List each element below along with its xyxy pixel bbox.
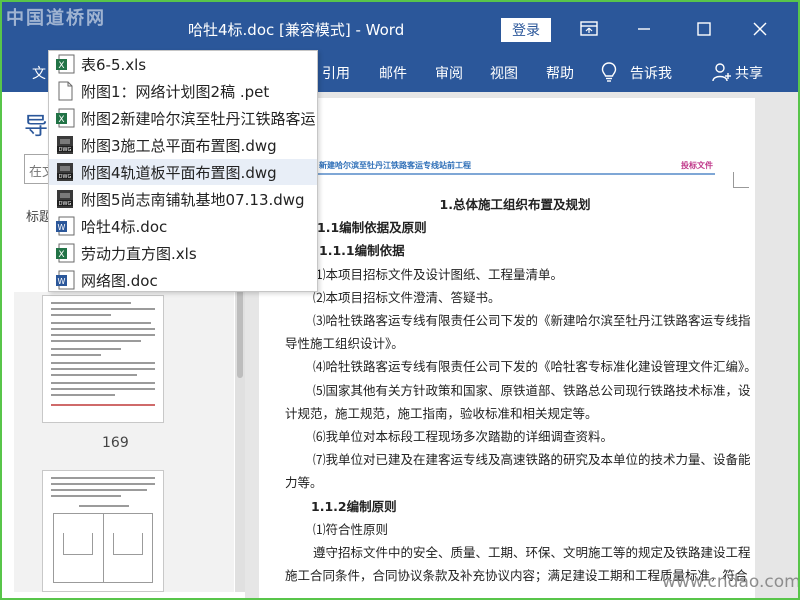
doc-paragraph: ⑴本项目招标文件及设计图纸、工程量清单。 <box>313 266 564 282</box>
tab-view[interactable]: 视图 <box>490 63 518 83</box>
svg-text:W: W <box>58 277 66 286</box>
tab-review[interactable]: 审阅 <box>435 63 463 83</box>
doc-paragraph: ⑵本项目招标文件澄清、答疑书。 <box>313 289 501 305</box>
doc-subheading: 1.1编制依据及原则 <box>317 220 427 236</box>
close-icon[interactable] <box>748 18 772 40</box>
minimize-icon[interactable] <box>632 18 656 40</box>
doc-paragraph: 遵守招标文件中的安全、质量、工期、环保、文明施工等的规定及铁路建设工程 <box>313 545 751 561</box>
dwg-file-icon: DWG <box>55 162 75 182</box>
recent-file-item[interactable]: W 网络图.doc <box>49 267 317 291</box>
doc-subheading: 1.1.2编制原则 <box>311 498 397 514</box>
nav-scrollbar[interactable] <box>235 252 245 592</box>
maximize-icon[interactable] <box>692 18 716 40</box>
tell-me-label[interactable]: 告诉我 <box>630 63 672 83</box>
header-divider <box>315 173 715 175</box>
watermark-site: www.cndao.com <box>662 572 800 592</box>
doc-paragraph: ⑶哈牡铁路客运专线有限责任公司下发的《新建哈尔滨至牡丹江铁路客运专线指 <box>313 313 751 329</box>
page-number: 169 <box>102 435 129 451</box>
svg-text:DWG: DWG <box>59 147 72 153</box>
doc-heading: 1.总体施工组织布置及规划 <box>439 197 591 212</box>
ribbon-display-icon[interactable] <box>577 18 601 40</box>
tab-help[interactable]: 帮助 <box>546 63 574 83</box>
recent-file-item[interactable]: DWG 附图3施工总平面布置图.dwg <box>49 132 317 158</box>
margin-corner-mark <box>733 172 749 188</box>
svg-text:X: X <box>58 250 64 260</box>
recent-file-item[interactable]: X 附图2新建哈尔滨至牡丹江铁路客运 <box>49 105 317 131</box>
share-button[interactable]: 共享 <box>735 63 763 83</box>
word-window: 中国道桥网 哈牡4标.doc [兼容模式] - Word 登录 文 引用 邮件 … <box>0 0 800 600</box>
document-page[interactable]: 新建哈尔滨至牡丹江铁路客运专线站前工程 投标文件 1.总体施工组织布置及规划 1… <box>259 98 757 598</box>
svg-text:W: W <box>58 223 66 232</box>
doc-paragraph: 计规范，施工规范，施工指南，验收标准和相关规定等。 <box>285 405 598 421</box>
watermark-logo: 中国道桥网 <box>6 8 106 29</box>
svg-text:DWG: DWG <box>59 201 72 207</box>
doc-paragraph: ⑸国家其他有关方针政策和国家、原铁道部、铁路总公司现行铁路技术标准，设 <box>313 382 751 398</box>
doc-paragraph: ⑺我单位对已建及在建客运专线及高速铁路的研究及本单位的技术力量、设备能 <box>313 452 751 468</box>
doc-paragraph: ⑴符合性原则 <box>313 521 389 537</box>
doc-paragraph: 力等。 <box>285 475 323 491</box>
doc-paragraph: 导性施工组织设计》。 <box>285 336 404 352</box>
page-thumbnail[interactable] <box>42 470 164 592</box>
svg-text:X: X <box>58 115 64 125</box>
doc-paragraph: ⑹我单位对本标段工程现场多次踏勘的详细调查资料。 <box>313 429 614 445</box>
dwg-file-icon: DWG <box>55 135 75 155</box>
title-bar: 中国道桥网 哈牡4标.doc [兼容模式] - Word 登录 <box>2 2 798 54</box>
doc-header-left: 新建哈尔滨至牡丹江铁路客运专线站前工程 <box>319 161 471 170</box>
excel-file-icon: X <box>55 108 75 128</box>
doc-header-right: 投标文件 <box>681 161 713 170</box>
recent-file-item[interactable]: W 哈牡4标.doc <box>49 213 317 239</box>
svg-text:DWG: DWG <box>59 174 72 180</box>
excel-file-icon: X <box>55 243 75 263</box>
nav-pane-title: 导 <box>24 112 48 140</box>
generic-file-icon <box>55 81 75 101</box>
page-thumbnails: 169 <box>14 292 234 592</box>
doc-paragraph: ⑷哈牡铁路客运专线有限责任公司下发的《哈牡客专标准化建设管理文件汇编》。 <box>313 359 757 375</box>
dwg-file-icon: DWG <box>55 189 75 209</box>
tab-file[interactable]: 文 <box>32 63 46 83</box>
recent-file-item[interactable]: DWG 附图4轨道板平面布置图.dwg <box>49 159 317 185</box>
svg-text:X: X <box>58 61 64 71</box>
share-person-icon[interactable] <box>712 62 732 82</box>
recent-file-item[interactable]: 附图1：网络计划图2稿 .pet <box>49 78 317 104</box>
document-area: 新建哈尔滨至牡丹江铁路客运专线站前工程 投标文件 1.总体施工组织布置及规划 1… <box>245 92 798 598</box>
lightbulb-icon[interactable] <box>600 61 618 83</box>
recent-file-item[interactable]: X 劳动力直方图.xls <box>49 240 317 266</box>
document-scrollbar[interactable] <box>779 92 798 598</box>
tab-mailings[interactable]: 邮件 <box>379 63 407 83</box>
page-thumbnail[interactable] <box>42 295 164 423</box>
excel-file-icon: X <box>55 54 75 74</box>
doc-subheading: 1.1.1编制依据 <box>319 243 405 259</box>
login-button[interactable]: 登录 <box>501 18 551 42</box>
tab-references[interactable]: 引用 <box>322 63 350 83</box>
recent-file-item[interactable]: DWG 附图5尚志南铺轨基地07.13.dwg <box>49 186 317 212</box>
recent-files-dropdown: X 表6-5.xls 附图1：网络计划图2稿 .pet X 附图2新建哈尔滨至牡… <box>48 50 318 292</box>
window-title: 哈牡4标.doc [兼容模式] - Word <box>188 21 405 39</box>
document-body[interactable]: 1.总体施工组织布置及规划 1.1编制依据及原则 1.1.1编制依据 ⑴本项目招… <box>285 193 757 587</box>
recent-file-item[interactable]: X 表6-5.xls <box>49 51 317 77</box>
word-file-icon: W <box>55 270 75 290</box>
word-file-icon: W <box>55 216 75 236</box>
